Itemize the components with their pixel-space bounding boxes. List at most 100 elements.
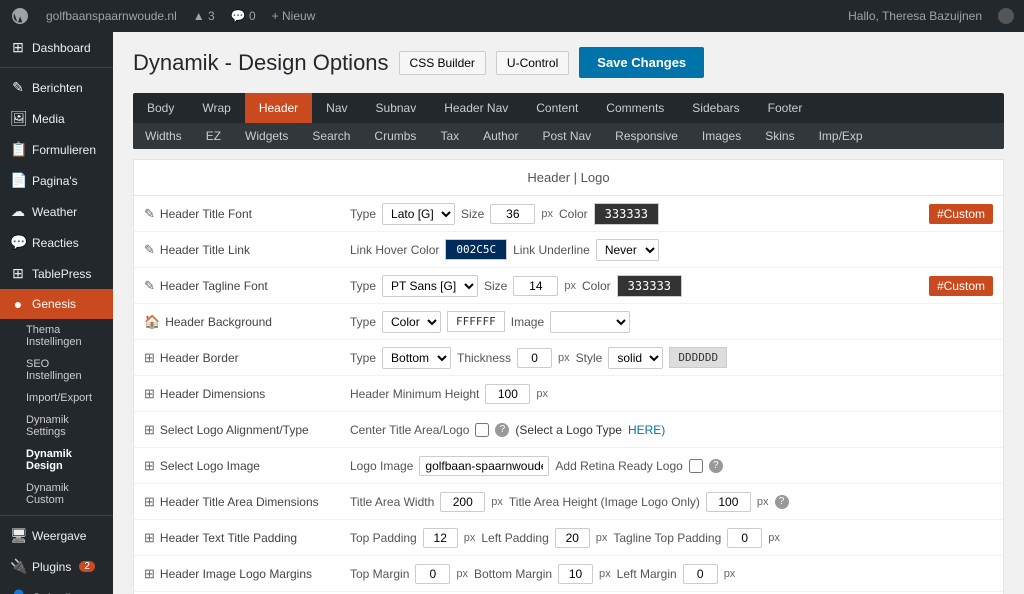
left-padding-input[interactable]	[555, 528, 590, 548]
bg-type-select[interactable]: Color	[382, 311, 441, 333]
color-swatch[interactable]: 333333	[594, 203, 659, 225]
row-logo-alignment: ⊞ Select Logo Alignment/Type Center Titl…	[134, 412, 1003, 448]
sub-tab-tax[interactable]: Tax	[428, 123, 471, 149]
tab-body[interactable]: Body	[133, 93, 188, 123]
sidebar-item-paginas[interactable]: 📄 Pagina's	[0, 165, 113, 196]
u-control-button[interactable]: U-Control	[496, 51, 569, 75]
font-type-select[interactable]: Lato [G]	[382, 203, 455, 225]
updates-icon[interactable]: ▲ 3	[193, 9, 215, 23]
submenu-item-thema[interactable]: Thema Instellingen	[0, 319, 113, 353]
tab-wrap[interactable]: Wrap	[188, 93, 244, 123]
left-margin-input[interactable]	[683, 564, 718, 584]
style-select[interactable]: solid	[608, 347, 663, 369]
border-color-swatch[interactable]: DDDDDD	[669, 347, 727, 368]
sub-tab-responsive[interactable]: Responsive	[603, 123, 690, 149]
comments-icon[interactable]: 💬 0	[231, 9, 256, 23]
sidebar-item-berichten[interactable]: ✎ Berichten	[0, 72, 113, 103]
tagline-color-swatch[interactable]: 333333	[617, 275, 682, 297]
bg-image-label: Image	[511, 315, 544, 329]
pencil-icon: ✎	[144, 206, 155, 222]
sub-tab-ez[interactable]: EZ	[194, 123, 233, 149]
top-padding-px: px	[464, 532, 476, 544]
type-label-2: Type	[350, 279, 376, 293]
center-checkbox[interactable]	[475, 423, 489, 437]
help-icon-1[interactable]: ?	[495, 423, 509, 437]
tagline-font-select[interactable]: PT Sans [G]	[382, 275, 478, 297]
sub-tab-imp-exp[interactable]: Imp/Exp	[807, 123, 875, 149]
new-content-button[interactable]: + Nieuw	[272, 9, 316, 23]
here-link[interactable]: HERE)	[628, 423, 665, 437]
row-label-text-title-padding: ⊞ Header Text Title Padding	[144, 530, 344, 546]
min-height-input[interactable]	[485, 384, 530, 404]
px-label: px	[541, 208, 553, 220]
logo-image-input[interactable]	[419, 456, 549, 476]
logo-image-label: Logo Image	[350, 459, 413, 473]
save-changes-button[interactable]: Save Changes	[579, 47, 704, 78]
sidebar-item-formulieren[interactable]: 📋 Formulieren	[0, 134, 113, 165]
sidebar-item-tablepress[interactable]: ⊞ TablePress	[0, 258, 113, 289]
sub-tab-search[interactable]: Search	[300, 123, 362, 149]
tab-content[interactable]: Content	[522, 93, 592, 123]
bottom-margin-input[interactable]	[558, 564, 593, 584]
bg-color-swatch[interactable]: FFFFFF	[447, 311, 505, 332]
custom-button[interactable]: #Custom	[929, 204, 993, 224]
style-label: Style	[576, 351, 603, 365]
submenu-item-dynamik-settings[interactable]: Dynamik Settings	[0, 409, 113, 443]
css-builder-button[interactable]: CSS Builder	[399, 51, 486, 75]
sub-tab-crumbs[interactable]: Crumbs	[362, 123, 428, 149]
row-label-header-bg: 🏠 Header Background	[144, 314, 344, 330]
sub-tab-skins[interactable]: Skins	[753, 123, 806, 149]
row-logo-margins: ⊞ Header Image Logo Margins Top Margin p…	[134, 556, 1003, 592]
sub-tab-post-nav[interactable]: Post Nav	[530, 123, 603, 149]
tagline-custom-button[interactable]: #Custom	[929, 276, 993, 296]
font-size-input[interactable]	[490, 204, 535, 224]
sidebar-item-reacties[interactable]: 💬 Reacties	[0, 227, 113, 258]
size-label: Size	[461, 207, 484, 221]
top-padding-input[interactable]	[423, 528, 458, 548]
sidebar-item-genesis[interactable]: ● Genesis	[0, 289, 113, 319]
sub-tab-author[interactable]: Author	[471, 123, 530, 149]
page-title: Dynamik - Design Options	[133, 50, 389, 76]
sidebar-item-dashboard[interactable]: ⊞ Dashboard	[0, 32, 113, 63]
row-header-dimensions: ⊞ Header Dimensions Header Minimum Heigh…	[134, 376, 1003, 412]
border-type-select[interactable]: Bottom	[382, 347, 451, 369]
menu-divider	[0, 67, 113, 68]
sidebar-item-weergave[interactable]: 🖥 Weergave	[0, 520, 113, 551]
title-width-px: px	[491, 496, 503, 508]
tab-header-nav[interactable]: Header Nav	[430, 93, 522, 123]
avatar[interactable]	[998, 8, 1014, 24]
settings-table: ✎ Header Title Font Type Lato [G] Size p…	[133, 196, 1004, 594]
tagline-top-padding-input[interactable]	[727, 528, 762, 548]
sidebar-item-gebruikers[interactable]: 👤 Gebruikers	[0, 582, 113, 594]
help-icon-2[interactable]: ?	[709, 459, 723, 473]
sub-tab-widths[interactable]: Widths	[133, 123, 194, 149]
tab-header[interactable]: Header	[245, 93, 312, 123]
tab-sidebars[interactable]: Sidebars	[678, 93, 753, 123]
hover-color-swatch[interactable]: 002C5C	[445, 239, 507, 260]
submenu-item-seo[interactable]: SEO Instellingen	[0, 353, 113, 387]
sidebar-item-plugins[interactable]: 🔌 Plugins 2	[0, 551, 113, 582]
title-width-input[interactable]	[440, 492, 485, 512]
help-icon-3[interactable]: ?	[775, 495, 789, 509]
bg-image-select[interactable]	[550, 311, 630, 333]
retina-checkbox[interactable]	[689, 459, 703, 473]
top-margin-input[interactable]	[415, 564, 450, 584]
tagline-size-input[interactable]	[513, 276, 558, 296]
sidebar-item-weather[interactable]: ☁ Weather	[0, 196, 113, 227]
site-name[interactable]: golfbaanspaarnwoude.nl	[46, 9, 177, 23]
tab-comments[interactable]: Comments	[592, 93, 678, 123]
tab-subnav[interactable]: Subnav	[362, 93, 431, 123]
title-height-input[interactable]	[706, 492, 751, 512]
submenu-item-dynamik-design[interactable]: Dynamik Design	[0, 443, 113, 477]
submenu-item-import[interactable]: Import/Export	[0, 387, 113, 409]
sub-tab-widgets[interactable]: Widgets	[233, 123, 300, 149]
underline-select[interactable]: Never	[596, 239, 659, 261]
tab-footer[interactable]: Footer	[754, 93, 817, 123]
paginas-icon: 📄	[10, 172, 26, 189]
submenu-item-dynamik-custom[interactable]: Dynamik Custom	[0, 477, 113, 511]
sidebar-item-media[interactable]: 🖼 Media	[0, 103, 113, 134]
tab-nav[interactable]: Nav	[312, 93, 361, 123]
pencil-icon-2: ✎	[144, 242, 155, 258]
sub-tab-images[interactable]: Images	[690, 123, 753, 149]
thickness-input[interactable]	[517, 348, 552, 368]
